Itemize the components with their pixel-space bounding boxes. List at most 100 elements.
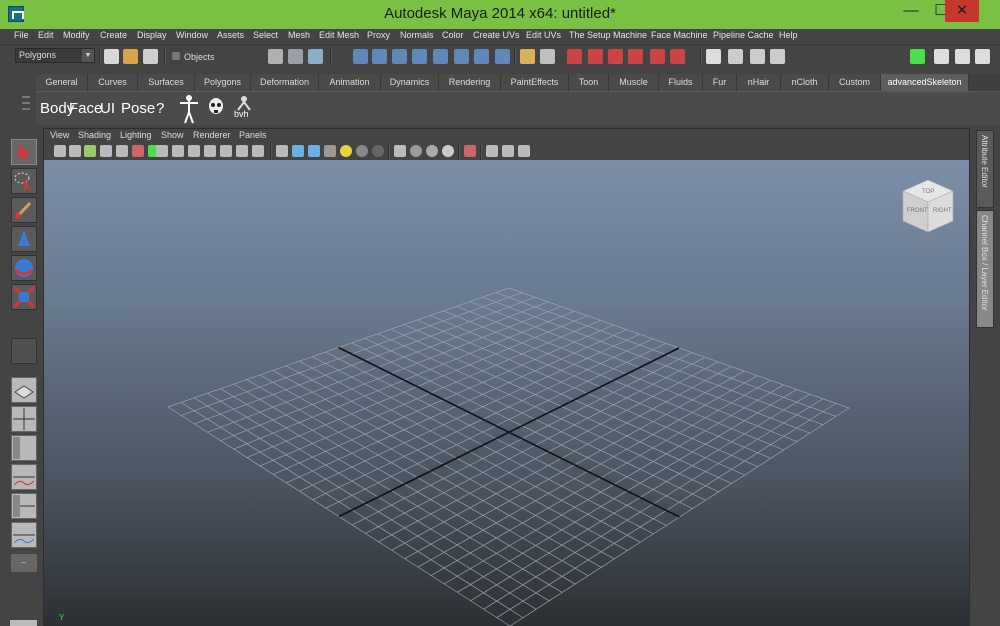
shadows-icon[interactable] <box>356 145 368 157</box>
history-icon[interactable] <box>474 49 489 64</box>
shelf-button-pose[interactable]: Pose <box>121 100 155 117</box>
shelf-button-face[interactable]: Face <box>69 100 102 117</box>
safe-action-icon[interactable] <box>220 145 232 157</box>
menu-setup-machine[interactable]: The Setup Machine <box>569 30 647 40</box>
minimize-button[interactable]: — <box>894 0 928 22</box>
menu-mesh[interactable]: Mesh <box>288 30 310 40</box>
tab-fur[interactable]: Fur <box>703 74 737 91</box>
open-scene-icon[interactable] <box>123 49 138 64</box>
help-question-icon[interactable] <box>495 49 510 64</box>
tab-attribute-editor[interactable]: Attribute Editor <box>976 130 994 208</box>
attribute-editor-toggle-icon[interactable] <box>934 49 949 64</box>
layout-options-button[interactable]: – <box>11 554 37 572</box>
menu-color[interactable]: Color <box>442 30 464 40</box>
channel-box-toggle-icon[interactable] <box>975 49 990 64</box>
render-frame-icon[interactable] <box>567 49 582 64</box>
snap-point-icon[interactable] <box>392 49 407 64</box>
input-ops-icon[interactable] <box>706 49 721 64</box>
menu-display[interactable]: Display <box>137 30 167 40</box>
selection-mode-label[interactable]: Objects <box>184 52 215 62</box>
skull-face-icon[interactable] <box>208 97 224 117</box>
tab-painteffects[interactable]: PaintEffects <box>501 74 569 91</box>
text-hud-icon[interactable] <box>252 145 264 157</box>
resolution-gate-icon[interactable] <box>172 145 184 157</box>
tab-rendering[interactable]: Rendering <box>439 74 501 91</box>
menu-file[interactable]: File <box>14 30 29 40</box>
view-cube[interactable]: TOP FRONT RIGHT <box>899 176 957 238</box>
render-view-icon[interactable] <box>540 49 555 64</box>
tab-toon[interactable]: Toon <box>569 74 609 91</box>
skeleton-figure-icon[interactable] <box>178 94 200 124</box>
camera-icon[interactable] <box>728 49 743 64</box>
scale-tool-button[interactable] <box>11 284 37 310</box>
camera-attr-icon[interactable] <box>750 49 765 64</box>
menu-face-machine[interactable]: Face Machine <box>651 30 708 40</box>
textured-icon[interactable] <box>324 145 336 157</box>
wireframe-icon[interactable] <box>276 145 288 157</box>
lock-icon[interactable] <box>520 49 535 64</box>
tab-ncloth[interactable]: nCloth <box>781 74 829 91</box>
lasso-tool-button[interactable] <box>11 168 37 194</box>
move-tool-button[interactable] <box>11 226 37 252</box>
render-settings-icon[interactable] <box>608 49 623 64</box>
menu-edit-mesh[interactable]: Edit Mesh <box>319 30 359 40</box>
tab-general[interactable]: General <box>36 74 88 91</box>
image-plane-icon[interactable] <box>100 145 112 157</box>
smooth-shade-icon[interactable] <box>292 145 304 157</box>
default-lighting-icon[interactable] <box>340 145 352 157</box>
select-object-icon[interactable] <box>288 49 303 64</box>
four-view-layout-button[interactable] <box>11 406 37 432</box>
select-tool-button[interactable] <box>11 139 37 165</box>
hypershade-icon[interactable] <box>628 49 643 64</box>
title-bar[interactable]: Autodesk Maya 2014 x64: untitled* — ☐ ✕ <box>0 0 1000 29</box>
menu-proxy[interactable]: Proxy <box>367 30 390 40</box>
persp-trax-layout-button[interactable] <box>11 522 37 548</box>
menu-set-dropdown[interactable]: Polygons ▼ <box>15 48 95 63</box>
hypershade-layout-button[interactable] <box>11 493 37 519</box>
snapshot-icon[interactable] <box>670 49 685 64</box>
selection-mask-icon[interactable] <box>172 52 180 60</box>
film-gate-icon[interactable] <box>156 145 168 157</box>
tab-polygons[interactable]: Polygons <box>195 74 251 91</box>
tab-nhair[interactable]: nHair <box>737 74 781 91</box>
tab-curves[interactable]: Curves <box>88 74 138 91</box>
gate-mask-icon[interactable] <box>188 145 200 157</box>
paint-select-tool-button[interactable] <box>11 197 37 223</box>
last-tool-button[interactable] <box>11 338 37 364</box>
menu-modify[interactable]: Modify <box>63 30 90 40</box>
snap-live-icon[interactable] <box>433 49 448 64</box>
shelf-handle[interactable] <box>18 74 34 126</box>
single-perspective-layout-button[interactable] <box>11 377 37 403</box>
snap-plane-icon[interactable] <box>412 49 427 64</box>
isolate-select-icon[interactable] <box>464 145 476 157</box>
3d-scene[interactable]: TOP FRONT RIGHT <box>44 160 969 626</box>
menu-window[interactable]: Window <box>176 30 208 40</box>
xray-icon[interactable] <box>442 145 454 157</box>
toolbox-bottom-button[interactable] <box>10 620 37 626</box>
render-region-icon[interactable] <box>650 49 665 64</box>
camera-bookmark-icon[interactable] <box>770 49 785 64</box>
menu-edit[interactable]: Edit <box>38 30 54 40</box>
menu-create-uvs[interactable]: Create UVs <box>473 30 520 40</box>
tab-channel-box[interactable]: Channel Box / Layer Editor <box>976 210 994 328</box>
panel-menu-lighting[interactable]: Lighting <box>120 130 152 140</box>
safe-title-icon[interactable] <box>236 145 248 157</box>
tab-advancedskeleton[interactable]: advancedSkeleton <box>881 74 969 91</box>
camera-lock-icon[interactable] <box>69 145 81 157</box>
panel-menu-renderer[interactable]: Renderer <box>193 130 231 140</box>
tool-settings-toggle-icon[interactable] <box>955 49 970 64</box>
wireframe-on-shaded-icon[interactable] <box>308 145 320 157</box>
make-live-icon[interactable] <box>454 49 469 64</box>
panel-menu-view[interactable]: View <box>50 130 69 140</box>
menu-assets[interactable]: Assets <box>217 30 244 40</box>
tab-animation[interactable]: Animation <box>319 74 381 91</box>
panel-menu-panels[interactable]: Panels <box>239 130 267 140</box>
shelf-button-help[interactable]: ? <box>156 100 164 117</box>
select-hierarchy-icon[interactable] <box>268 49 283 64</box>
select-camera-icon[interactable] <box>54 145 66 157</box>
bookmark-icon[interactable] <box>84 145 96 157</box>
perspective-viewport[interactable]: View Shading Lighting Show Renderer Pane… <box>43 128 970 626</box>
menu-select[interactable]: Select <box>253 30 278 40</box>
tab-fluids[interactable]: Fluids <box>659 74 703 91</box>
tab-custom[interactable]: Custom <box>829 74 881 91</box>
